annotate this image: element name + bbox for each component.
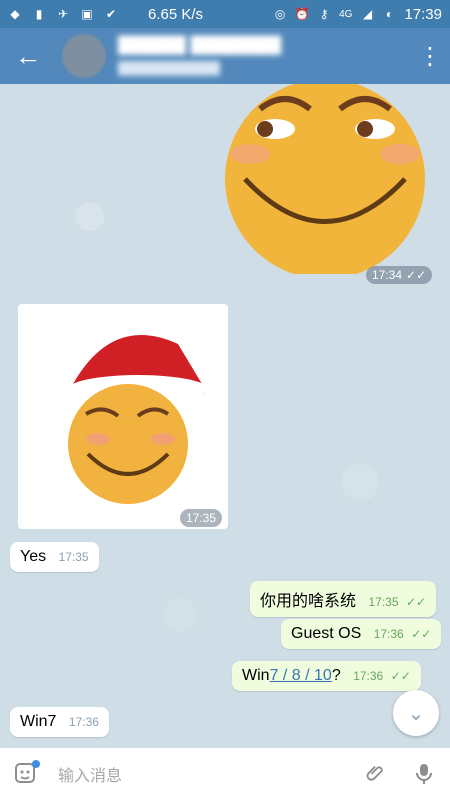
image-icon: ▣ (81, 7, 93, 21)
double-check-icon: ✓✓ (411, 627, 432, 641)
signal-icon: ◢ (362, 7, 373, 21)
shield-icon: ◆ (10, 7, 20, 21)
battery-icon: ◐ (385, 7, 394, 21)
phone-icon: ▮ (35, 7, 43, 21)
message-composer: 输入消息 (0, 748, 450, 800)
clock: 17:39 (404, 5, 442, 23)
message-link[interactable]: 7 / 8 / 10 (270, 667, 332, 684)
contact-name: ██████ ████████ (118, 37, 282, 54)
message-time: 17:36 (68, 715, 99, 729)
scroll-down-button[interactable]: ⌄ (393, 690, 439, 736)
arrow-left-icon: ← (15, 40, 41, 71)
message-text: 你用的啥系统 (260, 593, 357, 610)
more-button[interactable]: ⋮ (410, 28, 450, 84)
contact-info[interactable]: ██████ ████████ ████████████ (118, 37, 281, 75)
attach-button[interactable] (362, 760, 390, 788)
emoji-button[interactable] (12, 760, 40, 788)
message-out-system[interactable]: 你用的啥系统 17:35 ✓✓ (250, 581, 437, 617)
contact-status: ████████████ (118, 61, 221, 75)
message-out-win[interactable]: Win7 / 8 / 10? 17:36 ✓✓ (232, 661, 421, 691)
check-icon: ✔ (105, 7, 117, 21)
key-icon: ⚷ (319, 7, 329, 21)
telegram-icon: ✈ (57, 7, 69, 21)
avatar[interactable] (62, 34, 106, 78)
circle-icon: ◎ (274, 7, 286, 21)
message-text: Yes (20, 548, 47, 565)
chat-area[interactable]: 17:34✓✓ 17:35 Yes 17:35 你用的啥系统 17:35 ✓✓ (0, 84, 450, 748)
sticker-time: 17:34 ✓✓ (366, 266, 433, 284)
santa-smile-image (68, 335, 223, 504)
more-vertical-icon: ⋮ (418, 42, 442, 70)
message-time: 17:35 (58, 550, 89, 564)
message-time: 17:35 (368, 595, 399, 609)
message-text-suffix: ? (331, 667, 341, 684)
message-input[interactable]: 输入消息 (58, 762, 122, 786)
message-text: Guest OS (291, 625, 362, 642)
chevron-down-icon: ⌄ (407, 702, 425, 725)
network-speed: 6.65 K/s (148, 5, 204, 23)
photo-time: 17:35 (180, 509, 223, 527)
message-text: Win7 (20, 713, 57, 730)
message-out-guest-os[interactable]: Guest OS 17:36 ✓✓ (281, 619, 442, 649)
status-bar: ◆ ▮ ✈ ▣ ✔ 6.65 K/s ◎ ⏰ ⚷ 4G ◢ ◐ 17:39 (0, 0, 450, 28)
mic-button[interactable] (410, 760, 438, 788)
message-text-prefix: Win (242, 667, 270, 684)
double-check-icon: ✓✓ (405, 595, 427, 609)
message-time: 17:36 (353, 669, 384, 683)
back-button[interactable]: ← (0, 28, 56, 84)
chat-header: ← ██████ ████████ ████████████ ⋮ (0, 28, 450, 84)
network-type: 4G (339, 8, 353, 20)
photo-message[interactable]: 17:35 (18, 304, 228, 529)
smile-sticker[interactable] (220, 84, 430, 274)
message-in-win7[interactable]: Win7 17:36 (10, 707, 109, 737)
message-in-yes[interactable]: Yes 17:35 (10, 542, 99, 572)
double-check-icon: ✓✓ (406, 268, 427, 282)
notification-dot (32, 760, 40, 768)
alarm-icon: ⏰ (294, 7, 310, 21)
message-time: 17:36 (373, 627, 404, 641)
double-check-icon: ✓✓ (390, 669, 411, 683)
paperclip-icon (366, 766, 383, 781)
microphone-icon (416, 764, 432, 784)
